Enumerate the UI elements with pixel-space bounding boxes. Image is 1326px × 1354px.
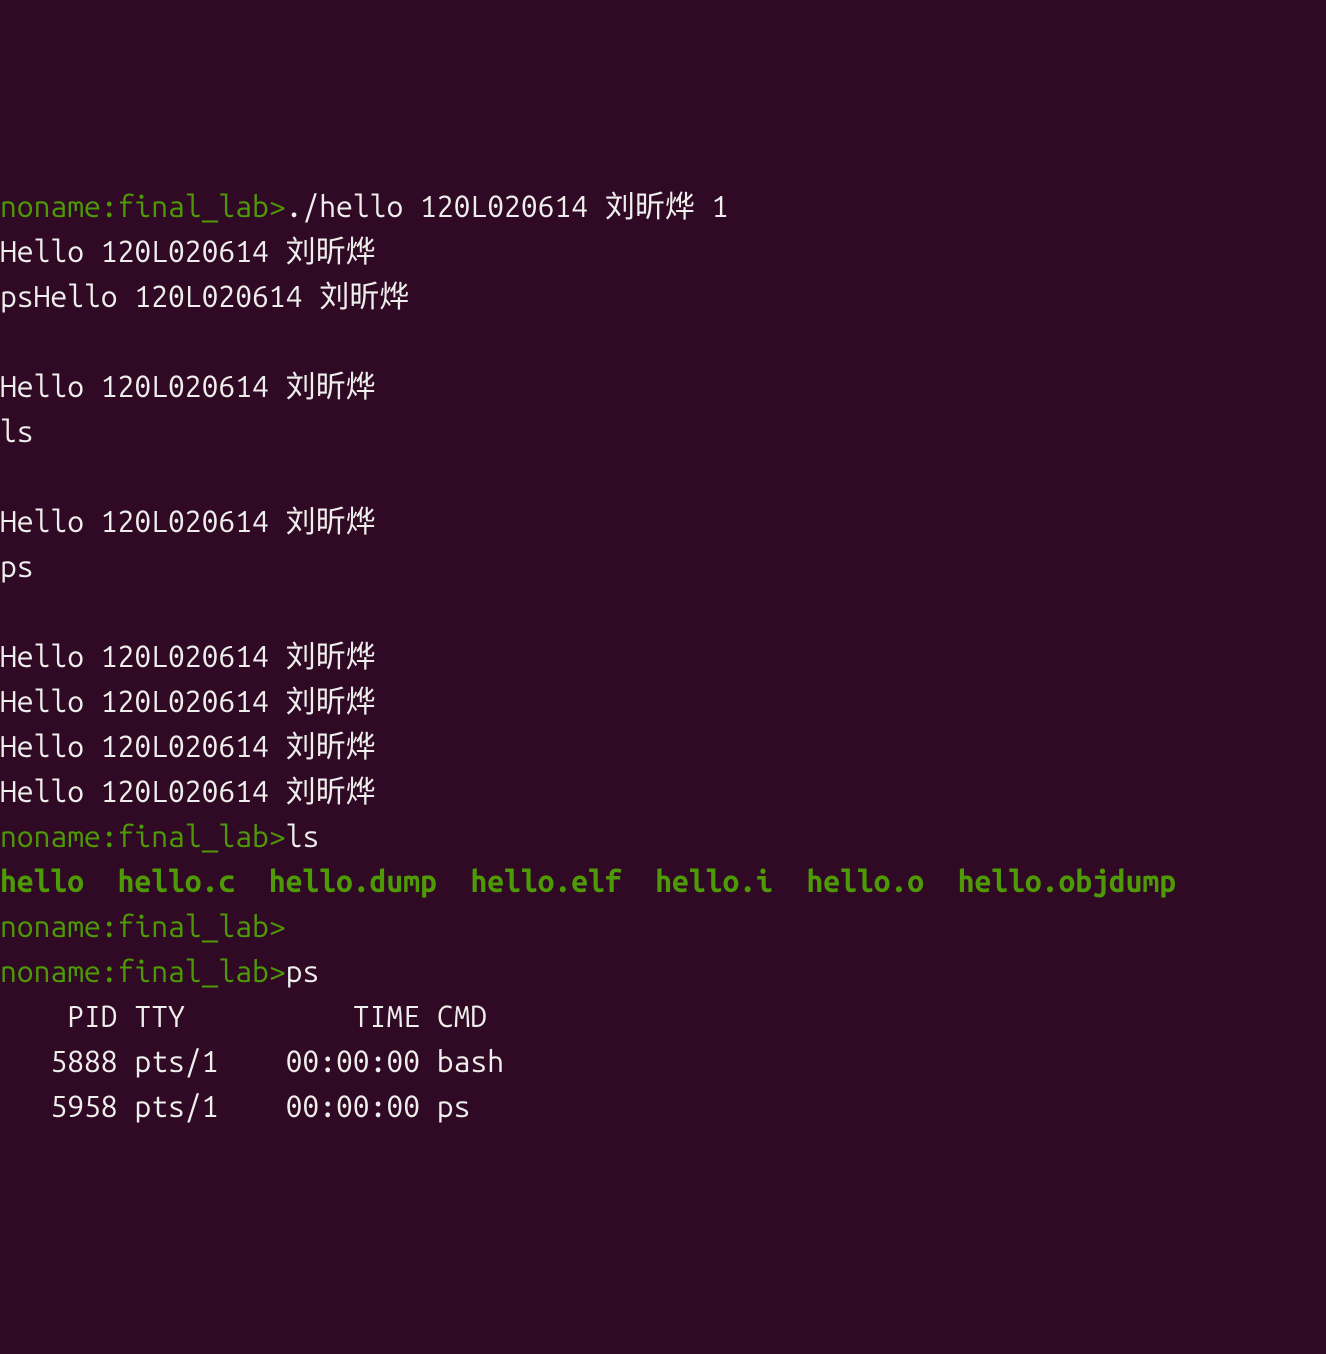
output-line: ls xyxy=(0,409,1326,454)
prompt-end: > xyxy=(269,189,286,223)
prompt-dir: final_lab xyxy=(118,954,269,988)
command-ls: ls xyxy=(286,819,320,853)
prompt-user: noname xyxy=(0,189,101,223)
ls-item-hello-c: hello.c xyxy=(118,864,236,898)
command-hello: ./hello 120L020614 刘昕烨 1 xyxy=(286,189,729,223)
output-line: Hello 120L020614 刘昕烨 xyxy=(0,229,1326,274)
ps-header: PID TTY TIME CMD xyxy=(0,994,1326,1039)
ps-row: 5958 pts/1 00:00:00 ps xyxy=(0,1084,1326,1129)
output-line: Hello 120L020614 刘昕烨 xyxy=(0,679,1326,724)
output-line: Hello 120L020614 刘昕烨 xyxy=(0,769,1326,814)
prompt-end: > xyxy=(269,909,286,943)
ls-item-hello: hello xyxy=(0,864,84,898)
ps-row: 5888 pts/1 00:00:00 bash xyxy=(0,1039,1326,1084)
prompt-line-4[interactable]: noname:final_lab>ps xyxy=(0,949,1326,994)
prompt-user: noname xyxy=(0,909,101,943)
output-line-blank xyxy=(0,319,1326,364)
ls-item-hello-i: hello.i xyxy=(655,864,773,898)
ls-item-hello-objdump: hello.objdump xyxy=(958,864,1176,898)
output-line: Hello 120L020614 刘昕烨 xyxy=(0,499,1326,544)
output-line: psHello 120L020614 刘昕烨 xyxy=(0,274,1326,319)
terminal-window[interactable]: noname:final_lab>./hello 120L020614 刘昕烨 … xyxy=(0,180,1326,1129)
prompt-line-2[interactable]: noname:final_lab>ls xyxy=(0,814,1326,859)
ls-item-hello-elf: hello.elf xyxy=(470,864,621,898)
prompt-dir: final_lab xyxy=(118,909,269,943)
prompt-end: > xyxy=(269,954,286,988)
output-line: ps xyxy=(0,544,1326,589)
prompt-sep: : xyxy=(101,909,118,943)
prompt-user: noname xyxy=(0,819,101,853)
prompt-sep: : xyxy=(101,954,118,988)
prompt-sep: : xyxy=(101,819,118,853)
output-line: Hello 120L020614 刘昕烨 xyxy=(0,724,1326,769)
ls-item-hello-o: hello.o xyxy=(806,864,924,898)
prompt-line-3[interactable]: noname:final_lab> xyxy=(0,904,1326,949)
prompt-line-1[interactable]: noname:final_lab>./hello 120L020614 刘昕烨 … xyxy=(0,184,1326,229)
output-line: Hello 120L020614 刘昕烨 xyxy=(0,364,1326,409)
command-ps: ps xyxy=(286,954,320,988)
prompt-dir: final_lab xyxy=(118,189,269,223)
prompt-user: noname xyxy=(0,954,101,988)
output-line-blank xyxy=(0,454,1326,499)
output-line-blank xyxy=(0,589,1326,634)
ls-output: hello hello.c hello.dump hello.elf hello… xyxy=(0,859,1326,904)
output-line: Hello 120L020614 刘昕烨 xyxy=(0,634,1326,679)
prompt-end: > xyxy=(269,819,286,853)
ls-item-hello-dump: hello.dump xyxy=(269,864,437,898)
prompt-sep: : xyxy=(101,189,118,223)
prompt-dir: final_lab xyxy=(118,819,269,853)
